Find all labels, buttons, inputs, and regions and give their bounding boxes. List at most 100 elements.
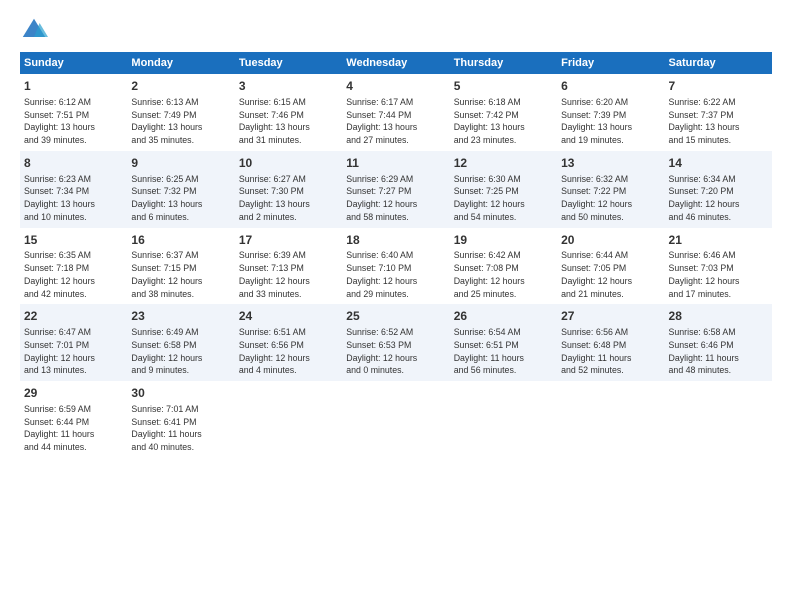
day-number: 30 [131,385,230,402]
day-number: 26 [454,308,553,325]
day-info: Sunrise: 6:25 AM Sunset: 7:32 PM Dayligh… [131,173,230,224]
day-cell: 11Sunrise: 6:29 AM Sunset: 7:27 PM Dayli… [342,151,449,228]
day-cell: 30Sunrise: 7:01 AM Sunset: 6:41 PM Dayli… [127,381,234,458]
header-row: SundayMondayTuesdayWednesdayThursdayFrid… [20,52,772,74]
day-number: 17 [239,232,338,249]
column-header-sunday: Sunday [20,52,127,74]
day-cell: 21Sunrise: 6:46 AM Sunset: 7:03 PM Dayli… [665,228,772,305]
day-number: 28 [669,308,768,325]
day-cell [557,381,664,458]
day-number: 10 [239,155,338,172]
day-info: Sunrise: 6:56 AM Sunset: 6:48 PM Dayligh… [561,326,660,377]
day-info: Sunrise: 6:23 AM Sunset: 7:34 PM Dayligh… [24,173,123,224]
day-cell: 1Sunrise: 6:12 AM Sunset: 7:51 PM Daylig… [20,74,127,151]
day-info: Sunrise: 6:20 AM Sunset: 7:39 PM Dayligh… [561,96,660,147]
day-info: Sunrise: 6:30 AM Sunset: 7:25 PM Dayligh… [454,173,553,224]
day-number: 19 [454,232,553,249]
day-number: 7 [669,78,768,95]
day-info: Sunrise: 6:51 AM Sunset: 6:56 PM Dayligh… [239,326,338,377]
week-row-4: 22Sunrise: 6:47 AM Sunset: 7:01 PM Dayli… [20,304,772,381]
day-cell: 9Sunrise: 6:25 AM Sunset: 7:32 PM Daylig… [127,151,234,228]
calendar-table: SundayMondayTuesdayWednesdayThursdayFrid… [20,52,772,458]
day-number: 16 [131,232,230,249]
day-number: 15 [24,232,123,249]
day-cell: 12Sunrise: 6:30 AM Sunset: 7:25 PM Dayli… [450,151,557,228]
day-cell: 19Sunrise: 6:42 AM Sunset: 7:08 PM Dayli… [450,228,557,305]
day-number: 18 [346,232,445,249]
day-number: 22 [24,308,123,325]
day-info: Sunrise: 6:42 AM Sunset: 7:08 PM Dayligh… [454,249,553,300]
week-row-5: 29Sunrise: 6:59 AM Sunset: 6:44 PM Dayli… [20,381,772,458]
day-cell: 17Sunrise: 6:39 AM Sunset: 7:13 PM Dayli… [235,228,342,305]
day-number: 11 [346,155,445,172]
day-info: Sunrise: 6:46 AM Sunset: 7:03 PM Dayligh… [669,249,768,300]
day-info: Sunrise: 6:29 AM Sunset: 7:27 PM Dayligh… [346,173,445,224]
day-cell [665,381,772,458]
day-number: 24 [239,308,338,325]
day-cell: 22Sunrise: 6:47 AM Sunset: 7:01 PM Dayli… [20,304,127,381]
week-row-2: 8Sunrise: 6:23 AM Sunset: 7:34 PM Daylig… [20,151,772,228]
day-number: 8 [24,155,123,172]
day-info: Sunrise: 6:12 AM Sunset: 7:51 PM Dayligh… [24,96,123,147]
day-cell: 3Sunrise: 6:15 AM Sunset: 7:46 PM Daylig… [235,74,342,151]
day-info: Sunrise: 6:22 AM Sunset: 7:37 PM Dayligh… [669,96,768,147]
column-header-tuesday: Tuesday [235,52,342,74]
day-cell: 10Sunrise: 6:27 AM Sunset: 7:30 PM Dayli… [235,151,342,228]
day-cell: 15Sunrise: 6:35 AM Sunset: 7:18 PM Dayli… [20,228,127,305]
day-number: 14 [669,155,768,172]
column-header-monday: Monday [127,52,234,74]
day-info: Sunrise: 6:27 AM Sunset: 7:30 PM Dayligh… [239,173,338,224]
day-cell: 24Sunrise: 6:51 AM Sunset: 6:56 PM Dayli… [235,304,342,381]
day-number: 6 [561,78,660,95]
day-number: 4 [346,78,445,95]
day-info: Sunrise: 6:18 AM Sunset: 7:42 PM Dayligh… [454,96,553,147]
day-info: Sunrise: 6:13 AM Sunset: 7:49 PM Dayligh… [131,96,230,147]
day-cell: 26Sunrise: 6:54 AM Sunset: 6:51 PM Dayli… [450,304,557,381]
day-cell: 27Sunrise: 6:56 AM Sunset: 6:48 PM Dayli… [557,304,664,381]
day-cell: 16Sunrise: 6:37 AM Sunset: 7:15 PM Dayli… [127,228,234,305]
day-number: 9 [131,155,230,172]
day-number: 23 [131,308,230,325]
day-info: Sunrise: 6:17 AM Sunset: 7:44 PM Dayligh… [346,96,445,147]
day-number: 27 [561,308,660,325]
day-cell: 13Sunrise: 6:32 AM Sunset: 7:22 PM Dayli… [557,151,664,228]
day-info: Sunrise: 6:47 AM Sunset: 7:01 PM Dayligh… [24,326,123,377]
day-number: 20 [561,232,660,249]
day-number: 21 [669,232,768,249]
column-header-saturday: Saturday [665,52,772,74]
day-number: 3 [239,78,338,95]
day-cell: 14Sunrise: 6:34 AM Sunset: 7:20 PM Dayli… [665,151,772,228]
day-info: Sunrise: 6:44 AM Sunset: 7:05 PM Dayligh… [561,249,660,300]
day-number: 29 [24,385,123,402]
day-cell: 2Sunrise: 6:13 AM Sunset: 7:49 PM Daylig… [127,74,234,151]
day-cell: 8Sunrise: 6:23 AM Sunset: 7:34 PM Daylig… [20,151,127,228]
page-header [20,16,772,44]
day-cell: 23Sunrise: 6:49 AM Sunset: 6:58 PM Dayli… [127,304,234,381]
day-number: 13 [561,155,660,172]
day-cell: 28Sunrise: 6:58 AM Sunset: 6:46 PM Dayli… [665,304,772,381]
column-header-thursday: Thursday [450,52,557,74]
week-row-3: 15Sunrise: 6:35 AM Sunset: 7:18 PM Dayli… [20,228,772,305]
column-header-friday: Friday [557,52,664,74]
day-cell: 29Sunrise: 6:59 AM Sunset: 6:44 PM Dayli… [20,381,127,458]
day-cell: 6Sunrise: 6:20 AM Sunset: 7:39 PM Daylig… [557,74,664,151]
logo [20,16,52,44]
day-info: Sunrise: 6:52 AM Sunset: 6:53 PM Dayligh… [346,326,445,377]
day-number: 5 [454,78,553,95]
day-cell: 7Sunrise: 6:22 AM Sunset: 7:37 PM Daylig… [665,74,772,151]
day-number: 1 [24,78,123,95]
day-info: Sunrise: 6:15 AM Sunset: 7:46 PM Dayligh… [239,96,338,147]
day-number: 2 [131,78,230,95]
day-number: 12 [454,155,553,172]
day-info: Sunrise: 6:32 AM Sunset: 7:22 PM Dayligh… [561,173,660,224]
column-header-wednesday: Wednesday [342,52,449,74]
day-info: Sunrise: 6:59 AM Sunset: 6:44 PM Dayligh… [24,403,123,454]
day-cell: 5Sunrise: 6:18 AM Sunset: 7:42 PM Daylig… [450,74,557,151]
day-info: Sunrise: 6:49 AM Sunset: 6:58 PM Dayligh… [131,326,230,377]
calendar-page: SundayMondayTuesdayWednesdayThursdayFrid… [0,0,792,612]
day-info: Sunrise: 6:40 AM Sunset: 7:10 PM Dayligh… [346,249,445,300]
day-cell [235,381,342,458]
day-info: Sunrise: 6:39 AM Sunset: 7:13 PM Dayligh… [239,249,338,300]
day-info: Sunrise: 7:01 AM Sunset: 6:41 PM Dayligh… [131,403,230,454]
day-cell: 18Sunrise: 6:40 AM Sunset: 7:10 PM Dayli… [342,228,449,305]
